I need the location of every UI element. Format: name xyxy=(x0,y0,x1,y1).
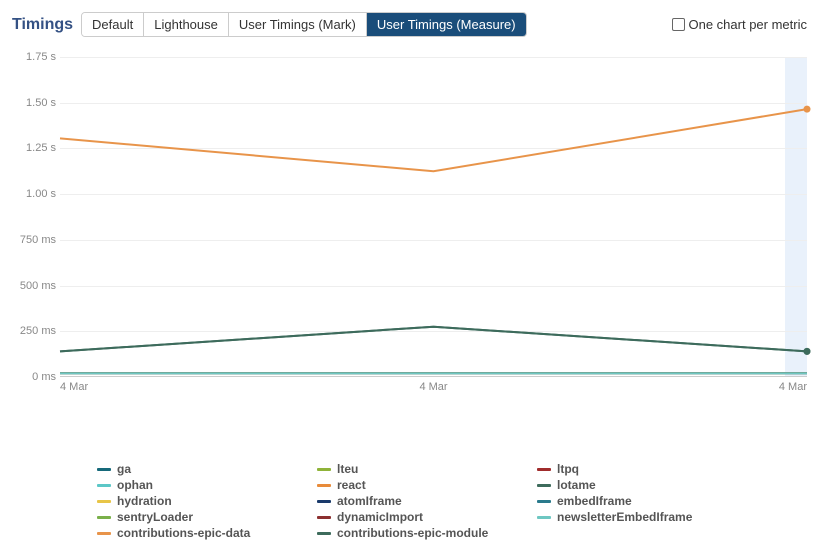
legend-swatch xyxy=(97,532,111,535)
one-chart-checkbox[interactable]: One chart per metric xyxy=(672,17,808,32)
legend: ga lteu ltpq ophan react lotame hydration atomI… xyxy=(97,462,807,540)
legend-label: ga xyxy=(117,462,131,476)
legend-swatch xyxy=(537,484,551,487)
tab-user-timings-mark-[interactable]: User Timings (Mark) xyxy=(229,13,367,36)
legend-item-embedIframe[interactable]: embedIframe xyxy=(537,494,757,508)
legend-item-hydration[interactable]: hydration xyxy=(97,494,317,508)
chart: 0 ms 250 ms 500 ms 750 ms 1.00 s 1.25 s 1.50 s… xyxy=(12,57,807,407)
x-tick-label: 4 Mar xyxy=(779,381,807,393)
legend-swatch xyxy=(317,468,331,471)
legend-item-react[interactable]: react xyxy=(317,478,537,492)
checkbox-label: One chart per metric xyxy=(689,17,808,32)
y-tick-label: 500 ms xyxy=(12,280,56,292)
legend-label: lotame xyxy=(557,478,596,492)
legend-item-ltpq[interactable]: ltpq xyxy=(537,462,757,476)
legend-label: newsletterEmbedIframe xyxy=(557,510,692,524)
legend-label: dynamicImport xyxy=(337,510,423,524)
series-endpoint-contributions-epic-module xyxy=(804,348,811,355)
series-svg xyxy=(60,57,807,376)
legend-label: contributions-epic-data xyxy=(117,526,250,540)
legend-item-contributions-epic-module[interactable]: contributions-epic-module xyxy=(317,526,537,540)
legend-label: ophan xyxy=(117,478,153,492)
legend-item-lteu[interactable]: lteu xyxy=(317,462,537,476)
x-tick-label: 4 Mar xyxy=(60,381,88,393)
legend-swatch xyxy=(97,468,111,471)
series-line-contributions-epic-module xyxy=(60,327,807,352)
legend-swatch xyxy=(97,516,111,519)
legend-swatch xyxy=(537,468,551,471)
series-endpoint-contributions-epic-data xyxy=(804,106,811,113)
legend-item-lotame[interactable]: lotame xyxy=(537,478,757,492)
legend-item-dynamicImport[interactable]: dynamicImport xyxy=(317,510,537,524)
legend-label: sentryLoader xyxy=(117,510,193,524)
y-tick-label: 1.25 s xyxy=(12,142,56,154)
legend-swatch xyxy=(537,516,551,519)
y-tick-label: 750 ms xyxy=(12,234,56,246)
plot-area xyxy=(60,57,807,377)
y-tick-label: 250 ms xyxy=(12,325,56,337)
checkbox-box xyxy=(672,18,685,31)
series-line-contributions-epic-data xyxy=(60,109,807,171)
legend-label: contributions-epic-module xyxy=(337,526,488,540)
legend-label: atomIframe xyxy=(337,494,402,508)
tab-group: DefaultLighthouseUser Timings (Mark)User… xyxy=(81,12,527,37)
legend-label: react xyxy=(337,478,366,492)
y-tick-label: 1.75 s xyxy=(12,51,56,63)
legend-item-sentryLoader[interactable]: sentryLoader xyxy=(97,510,317,524)
page-title: Timings xyxy=(12,16,73,34)
legend-item-ga[interactable]: ga xyxy=(97,462,317,476)
legend-label: hydration xyxy=(117,494,172,508)
legend-item-contributions-epic-data[interactable]: contributions-epic-data xyxy=(97,526,317,540)
legend-item-newsletterEmbedIframe[interactable]: newsletterEmbedIframe xyxy=(537,510,757,524)
y-tick-label: 1.50 s xyxy=(12,97,56,109)
legend-swatch xyxy=(317,516,331,519)
x-tick-label: 4 Mar xyxy=(419,381,447,393)
tab-lighthouse[interactable]: Lighthouse xyxy=(144,13,229,36)
legend-label: lteu xyxy=(337,462,358,476)
legend-item-atomIframe[interactable]: atomIframe xyxy=(317,494,537,508)
legend-swatch xyxy=(317,532,331,535)
tab-user-timings-measure-[interactable]: User Timings (Measure) xyxy=(367,13,526,36)
y-axis: 0 ms250 ms500 ms750 ms1.00 s1.25 s1.50 s… xyxy=(12,57,60,377)
legend-label: ltpq xyxy=(557,462,579,476)
y-tick-label: 0 ms xyxy=(12,371,56,383)
legend-label: embedIframe xyxy=(557,494,632,508)
y-tick-label: 1.00 s xyxy=(12,188,56,200)
legend-swatch xyxy=(97,484,111,487)
tab-default[interactable]: Default xyxy=(82,13,144,36)
legend-swatch xyxy=(317,484,331,487)
legend-item-ophan[interactable]: ophan xyxy=(97,478,317,492)
series-line-lotame xyxy=(60,327,807,352)
